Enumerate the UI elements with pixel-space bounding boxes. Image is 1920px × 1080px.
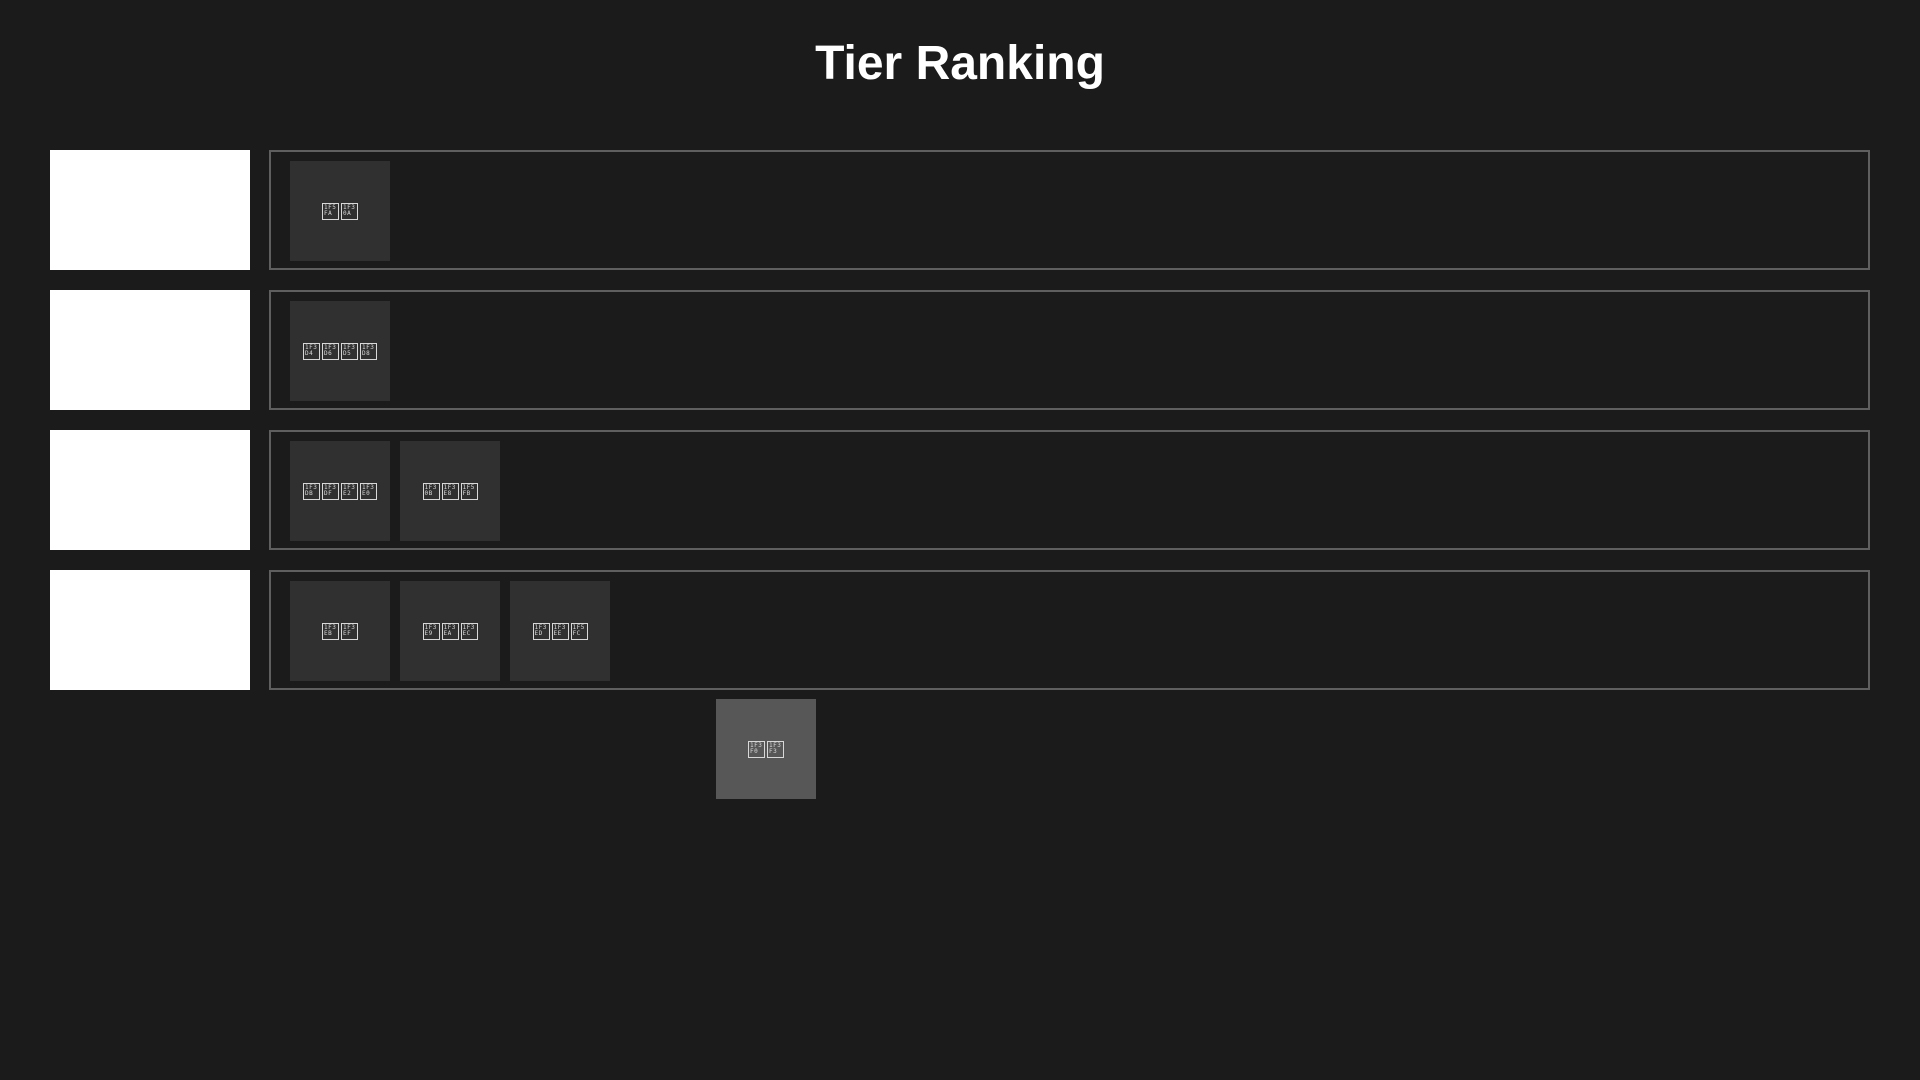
- tier-item-tile[interactable]: 1F3EB 1F3EF: [290, 581, 390, 681]
- tier-row: 1F5FA 1F30A: [50, 150, 1870, 270]
- missing-glyph-icon: 1F3EA: [441, 622, 459, 640]
- tier-dropzone[interactable]: 1F3EB 1F3EF 1F3E9 1F3EA 1F3EC 1F3ED 1F3E…: [269, 570, 1870, 690]
- missing-glyph-icon: 1F3E0: [360, 482, 377, 500]
- tier-item-tile[interactable]: 1F5FA 1F30A: [290, 161, 390, 261]
- tier-dropzone[interactable]: 1F5FA 1F30A: [269, 150, 1870, 270]
- tier-ranking-page: Tier Ranking 1F5FA 1F30A 1F3D4 1F3D6 1F3…: [0, 0, 1920, 1080]
- tier-item-tile[interactable]: 1F3D4 1F3D6 1F3D5 1F3D8: [290, 301, 390, 401]
- missing-glyph-icon: 1F3E9: [422, 622, 440, 640]
- missing-glyph-icon: 1F30A: [341, 202, 358, 220]
- missing-glyph-icon: 1F3D8: [360, 342, 377, 360]
- missing-glyph-icon: 1F3EB: [322, 622, 339, 640]
- tier-row: 1F3DB 1F3DF 1F3E2 1F3E0 1F30B 1F3E8 1F5F…: [50, 430, 1870, 550]
- tier-dropzone[interactable]: 1F3D4 1F3D6 1F3D5 1F3D8: [269, 290, 1870, 410]
- tier-label[interactable]: [50, 290, 250, 410]
- missing-glyph-icon: 1F3EF: [341, 622, 358, 640]
- missing-glyph-icon: 1F3ED: [532, 622, 550, 640]
- tier-item-tile[interactable]: 1F3DB 1F3DF 1F3E2 1F3E0: [290, 441, 390, 541]
- missing-glyph-icon: 1F3D5: [341, 342, 358, 360]
- missing-glyph-icon: 1F30B: [422, 482, 440, 500]
- missing-glyph-icon: 1F3D6: [322, 342, 339, 360]
- tier-item-tile[interactable]: 1F30B 1F3E8 1F5FB: [400, 441, 500, 541]
- missing-glyph-icon: 1F3E8: [441, 482, 459, 500]
- tier-dropzone[interactable]: 1F3DB 1F3DF 1F3E2 1F3E0 1F30B 1F3E8 1F5F…: [269, 430, 1870, 550]
- missing-glyph-icon: 1F3DF: [322, 482, 339, 500]
- missing-glyph-icon: 1F5FB: [460, 482, 478, 500]
- tier-row: 1F3EB 1F3EF 1F3E9 1F3EA 1F3EC 1F3ED 1F3E…: [50, 570, 1870, 690]
- missing-glyph-icon: 1F5FA: [322, 202, 339, 220]
- tier-row: 1F3D4 1F3D6 1F3D5 1F3D8: [50, 290, 1870, 410]
- missing-glyph-icon: 1F3E2: [341, 482, 358, 500]
- tier-item-tile[interactable]: 1F3E9 1F3EA 1F3EC: [400, 581, 500, 681]
- missing-glyph-icon: 1F3F0: [748, 740, 765, 758]
- page-title: Tier Ranking: [815, 37, 1105, 90]
- tier-label[interactable]: [50, 150, 250, 270]
- missing-glyph-icon: 1F3EE: [551, 622, 569, 640]
- missing-glyph-icon: 1F3D4: [303, 342, 320, 360]
- missing-glyph-icon: 1F3F3: [767, 740, 784, 758]
- missing-glyph-icon: 1F3EC: [460, 622, 478, 640]
- tier-item-tile[interactable]: 1F3ED 1F3EE 1F5FC: [510, 581, 610, 681]
- missing-glyph-icon: 1F3DB: [303, 482, 320, 500]
- tier-label[interactable]: [50, 430, 250, 550]
- tier-label[interactable]: [50, 570, 250, 690]
- missing-glyph-icon: 1F5FC: [570, 622, 588, 640]
- dragging-item-tile[interactable]: 1F3F0 1F3F3: [716, 699, 816, 799]
